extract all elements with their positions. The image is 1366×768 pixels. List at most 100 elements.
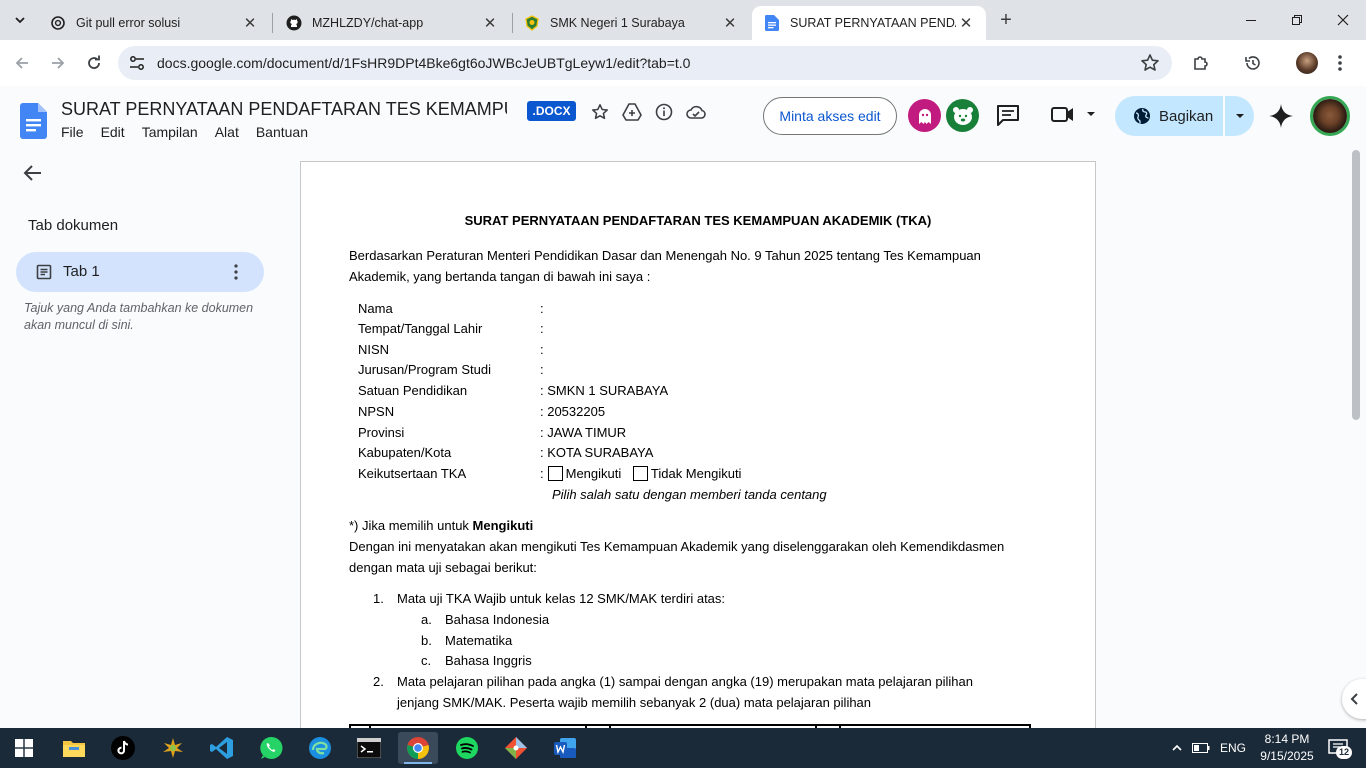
- document-page[interactable]: SURAT PERNYATAAN PENDAFTARAN TES KEMAMPU…: [300, 161, 1096, 741]
- menu-help[interactable]: Bantuan: [256, 124, 308, 140]
- chevron-up-icon: [1172, 744, 1182, 751]
- collaborator-avatar[interactable]: [908, 99, 941, 132]
- document-heading: SURAT PERNYATAAN PENDAFTARAN TES KEMAMPU…: [464, 213, 932, 228]
- tab-title: SURAT PERNYATAAN PENDAFTA: [790, 16, 956, 30]
- tab-separator: [272, 13, 273, 33]
- share-button[interactable]: Bagikan: [1115, 96, 1223, 136]
- document-tab-item[interactable]: Tab 1: [16, 252, 264, 292]
- whatsapp-taskbar-icon[interactable]: [251, 732, 291, 764]
- menu-edit[interactable]: Edit: [101, 124, 125, 140]
- move-to-drive-button[interactable]: [621, 101, 643, 123]
- condition-line: *) Jika memilih untuk Mengikuti: [349, 518, 533, 533]
- chrome-taskbar-icon[interactable]: [398, 732, 438, 764]
- clock-date[interactable]: 9/15/2025: [1256, 749, 1318, 763]
- forward-button[interactable]: [44, 49, 72, 77]
- extensions-button[interactable]: [1187, 49, 1215, 77]
- whatsapp-icon: [260, 736, 283, 759]
- close-tab-icon[interactable]: ✕: [720, 14, 740, 32]
- caret-down-icon: [1235, 114, 1244, 118]
- star-button[interactable]: [589, 101, 611, 123]
- field-value: :: [540, 342, 544, 357]
- tab-title: MZHLZDY/chat-app: [312, 16, 424, 30]
- sublist-letter: c.: [421, 653, 432, 668]
- tiktok-taskbar-icon[interactable]: [103, 732, 143, 764]
- docs-home-logo[interactable]: [20, 103, 47, 144]
- chrome-menu-button[interactable]: [1326, 49, 1354, 77]
- app-taskbar-icon[interactable]: [153, 732, 193, 764]
- menu-view[interactable]: Tampilan: [142, 124, 198, 140]
- file-explorer-taskbar-icon[interactable]: [54, 732, 94, 764]
- more-vert-icon[interactable]: [234, 264, 238, 280]
- share-options-button[interactable]: [1225, 96, 1254, 136]
- clock-time[interactable]: 8:14 PM: [1262, 732, 1312, 746]
- browser-tab[interactable]: SMK Negeri 1 Surabaya ✕: [512, 6, 750, 40]
- condition-bold: Mengikuti: [472, 518, 534, 533]
- bookmark-star-icon[interactable]: [1140, 53, 1160, 73]
- restore-button[interactable]: [1274, 0, 1320, 40]
- tab-search-button[interactable]: [6, 7, 34, 33]
- close-window-button[interactable]: [1320, 0, 1366, 40]
- start-button[interactable]: [4, 732, 44, 764]
- browser-toolbar: docs.google.com/document/d/1FsHR9DPt4Bke…: [0, 40, 1366, 86]
- history-button[interactable]: [1239, 49, 1267, 77]
- terminal-taskbar-icon[interactable]: [349, 732, 389, 764]
- close-tab-icon[interactable]: ✕: [956, 14, 976, 32]
- participation-label: Keikutsertaan TKA: [358, 466, 467, 481]
- word-taskbar-icon[interactable]: [545, 732, 585, 764]
- site-settings-icon[interactable]: [128, 54, 146, 72]
- back-button[interactable]: [8, 49, 36, 77]
- close-tab-icon[interactable]: ✕: [240, 14, 260, 32]
- document-title[interactable]: SURAT PERNYATAAN PENDAFTARAN TES KEMAMPU…: [61, 99, 507, 120]
- option-tidak-mengikuti: Tidak Mengikuti: [650, 466, 742, 481]
- battery-button[interactable]: [1190, 732, 1212, 764]
- new-tab-button[interactable]: +: [994, 8, 1018, 32]
- close-icon: [1337, 14, 1349, 26]
- account-avatar[interactable]: [1310, 96, 1350, 136]
- list-item-text: jenjang SMK/MAK. Peserta wajib memilih s…: [397, 695, 872, 710]
- star-icon: [592, 104, 608, 120]
- meet-button[interactable]: [1050, 104, 1098, 124]
- reload-button[interactable]: [80, 49, 108, 77]
- word-icon: [554, 738, 576, 758]
- comments-button[interactable]: [996, 104, 1020, 131]
- cloud-done-icon: [686, 105, 706, 119]
- minimize-button[interactable]: [1228, 0, 1274, 40]
- arrow-left-icon: [23, 165, 41, 181]
- document-tab-icon: [36, 264, 52, 280]
- close-tab-icon[interactable]: ✕: [480, 14, 500, 32]
- sublist-item: Matematika: [445, 633, 513, 648]
- browser-tab[interactable]: Git pull error solusi ✕: [38, 6, 270, 40]
- close-outline-button[interactable]: [22, 162, 44, 189]
- collaborator-avatar[interactable]: [946, 99, 979, 132]
- request-edit-access-button[interactable]: Minta akses edit: [763, 97, 897, 135]
- vscode-taskbar-icon[interactable]: [202, 732, 242, 764]
- user-photo: [1313, 99, 1347, 133]
- menu-file[interactable]: File: [61, 124, 84, 140]
- chrome-icon: [407, 737, 429, 759]
- show-side-panel-button[interactable]: [1342, 679, 1366, 719]
- share-label: Bagikan: [1159, 107, 1214, 125]
- address-bar[interactable]: docs.google.com/document/d/1FsHR9DPt4Bke…: [118, 46, 1172, 80]
- git-tool-taskbar-icon[interactable]: [496, 732, 536, 764]
- saved-status-button[interactable]: [685, 101, 707, 123]
- document-details-button[interactable]: [653, 101, 675, 123]
- edge-taskbar-icon[interactable]: [300, 732, 340, 764]
- vertical-scrollbar[interactable]: [1352, 150, 1360, 420]
- intro-line-1: Berdasarkan Peraturan Menteri Pendidikan…: [349, 248, 981, 263]
- browser-tab-active[interactable]: SURAT PERNYATAAN PENDAFTA ✕: [752, 6, 986, 40]
- sublist-letter: b.: [421, 633, 432, 648]
- bear-icon: [952, 106, 973, 125]
- field-value: :: [540, 301, 544, 316]
- browser-tab[interactable]: MZHLZDY/chat-app ✕: [274, 6, 510, 40]
- battery-icon: [1192, 743, 1210, 753]
- profile-avatar: [1296, 52, 1318, 74]
- leaf-app-icon: [163, 738, 183, 758]
- menu-tools[interactable]: Alat: [215, 124, 239, 140]
- gemini-button[interactable]: [1268, 103, 1294, 134]
- input-language[interactable]: ENG: [1220, 741, 1246, 755]
- spotify-taskbar-icon[interactable]: [447, 732, 487, 764]
- tray-overflow-button[interactable]: [1166, 732, 1188, 764]
- table-top-border: [349, 724, 1031, 726]
- profile-button[interactable]: [1293, 49, 1321, 77]
- notification-center-button[interactable]: 12: [1320, 732, 1356, 764]
